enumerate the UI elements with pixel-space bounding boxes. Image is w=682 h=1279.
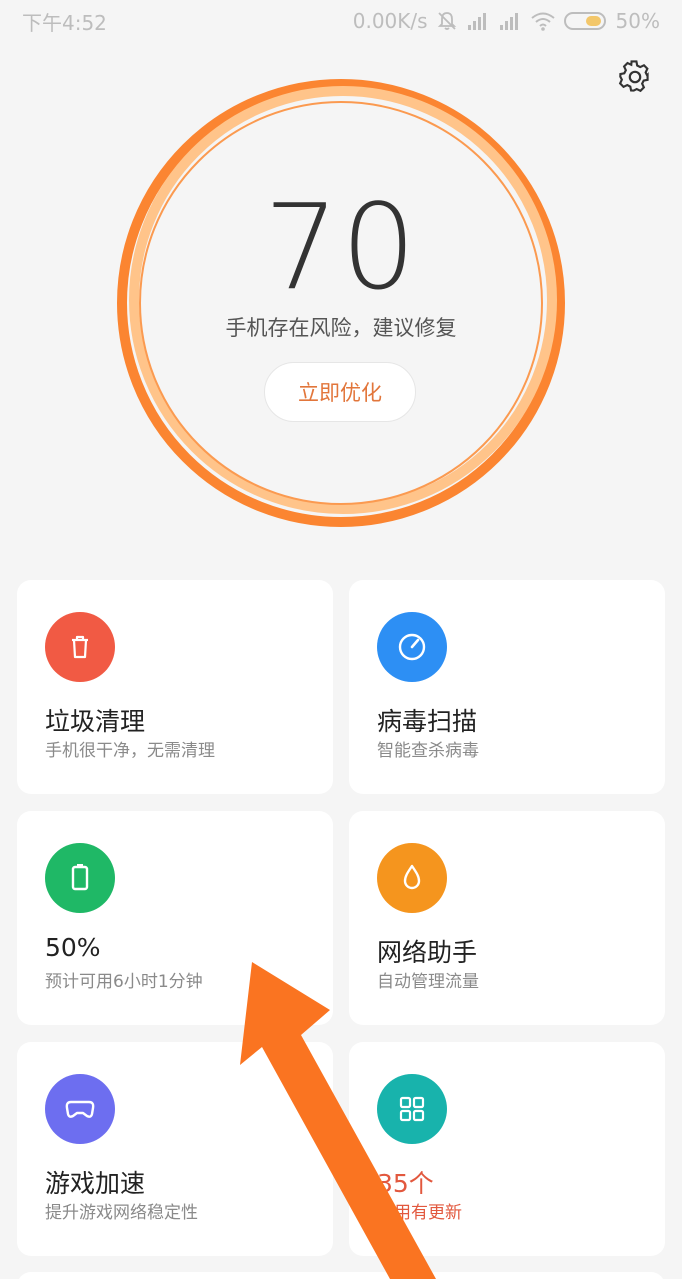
card-subtitle: 提升游戏网络稳定性 [45,1203,198,1223]
scan-icon [377,612,447,682]
card-subtitle: 手机很干净，无需清理 [45,741,215,761]
drop-icon [377,843,447,913]
card-subtitle: 自动管理流量 [377,972,479,992]
gear-icon [618,60,652,98]
gamepad-icon [45,1074,115,1144]
card-network-assistant[interactable]: 网络助手 自动管理流量 [349,811,665,1025]
card-title: 游戏加速 [45,1169,146,1198]
battery-percent: 50% [615,9,660,33]
score-description: 手机存在风险，建议修复 [225,316,457,340]
card-title: 35个 [377,1169,434,1198]
card-game-boost[interactable]: 游戏加速 提升游戏网络稳定性 [17,1042,333,1256]
battery-icon [45,843,115,913]
signal-icon-2 [498,11,522,31]
card-app-updates[interactable]: 35个 应用有更新 [349,1042,665,1256]
status-bar: 下午4:52 0.00K/s 50% [0,0,682,42]
card-title: 50% [45,933,101,962]
card-battery[interactable]: 50% 预计可用6小时1分钟 [17,811,333,1025]
card-title: 网络助手 [377,938,478,967]
card-subtitle: 应用有更新 [377,1203,462,1223]
apps-grid-icon [377,1074,447,1144]
wifi-icon [530,11,556,31]
next-card-peek [17,1272,665,1279]
status-time: 下午4:52 [22,10,107,35]
bell-muted-icon [436,10,458,32]
card-subtitle: 智能查杀病毒 [377,741,479,761]
network-speed: 0.00K/s [352,9,428,33]
signal-icon [466,11,490,31]
card-junk-clean[interactable]: 垃圾清理 手机很干净，无需清理 [17,580,333,794]
card-virus-scan[interactable]: 病毒扫描 智能查杀病毒 [349,580,665,794]
score-value: 70 [263,178,419,316]
card-subtitle: 预计可用6小时1分钟 [45,972,203,992]
card-title: 垃圾清理 [45,707,146,736]
trash-icon [45,612,115,682]
settings-button[interactable] [616,60,654,98]
battery-status-icon [563,11,608,31]
card-title: 病毒扫描 [377,707,478,736]
optimize-button[interactable]: 立即优化 [264,362,416,422]
